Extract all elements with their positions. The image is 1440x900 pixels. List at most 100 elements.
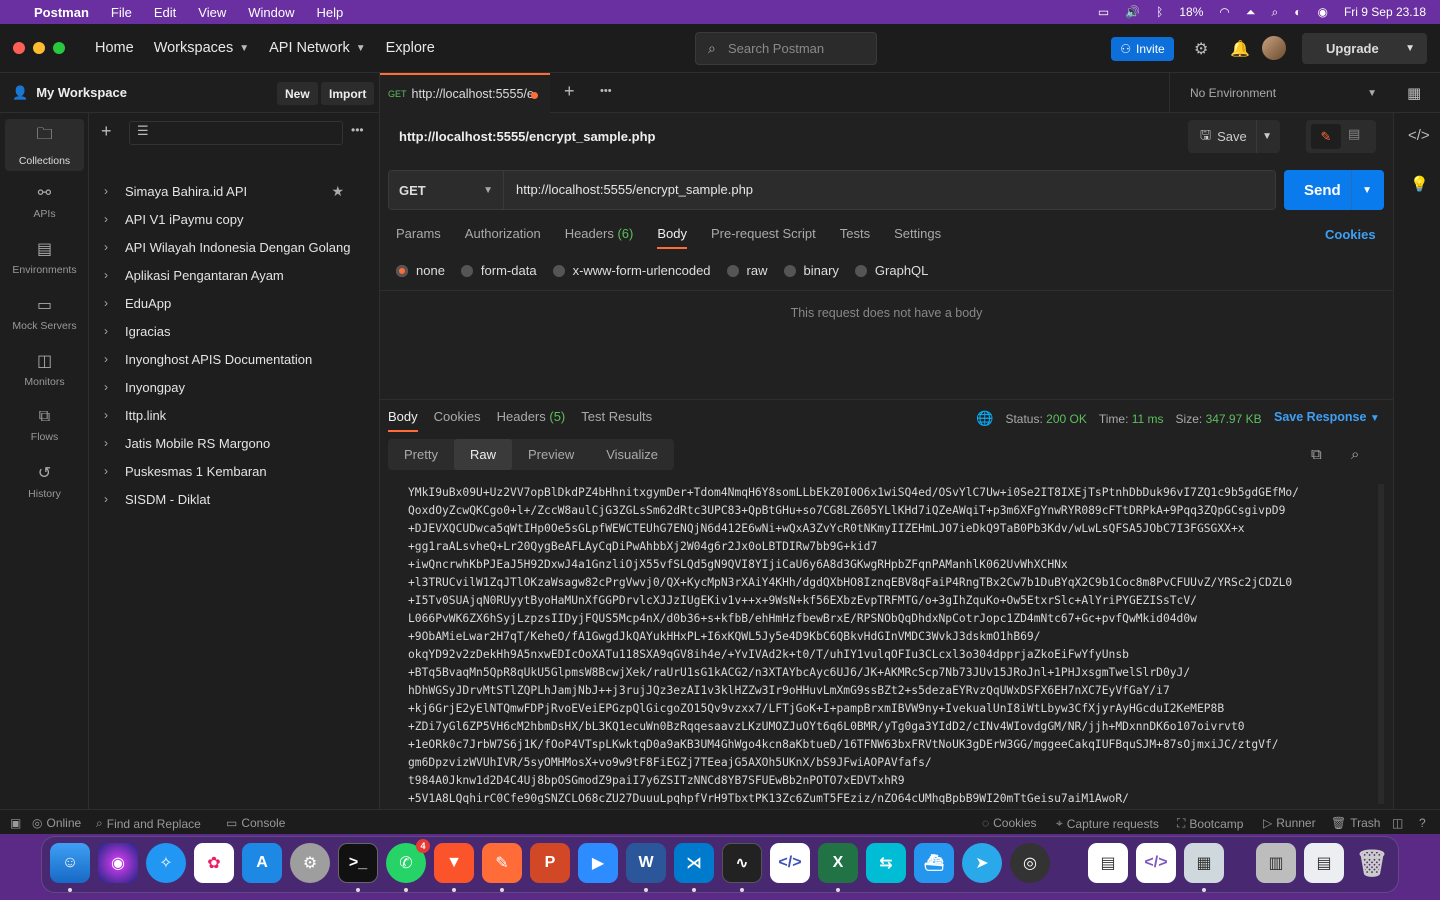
more-icon[interactable]: •••	[600, 85, 612, 97]
powerpoint-icon[interactable]: P	[530, 843, 570, 883]
chevron-right-icon[interactable]: ›	[104, 296, 125, 310]
tab-tests[interactable]: Tests	[840, 226, 870, 249]
notifications-icon[interactable]: 🔔	[1230, 39, 1250, 59]
chevron-right-icon[interactable]: ›	[104, 492, 125, 506]
chevron-right-icon[interactable]: ›	[104, 324, 125, 338]
list-item[interactable]: › Inyonghost APIS Documentation	[89, 345, 380, 373]
siri-icon[interactable]: ◉	[1317, 5, 1327, 19]
method-select[interactable]: GET ▼	[389, 171, 504, 209]
vscode-icon[interactable]: ⋊	[674, 843, 714, 883]
body-type-binary[interactable]: binary	[783, 263, 839, 278]
cookies-button[interactable]: ◌ Cookies	[982, 816, 1037, 830]
preview-icon[interactable]: ▦	[1184, 843, 1224, 883]
list-item[interactable]: › Jatis Mobile RS Margono	[89, 429, 380, 457]
sidebar-item-environments[interactable]: ▤ Environments	[5, 231, 84, 283]
new-tab-icon[interactable]: +	[564, 81, 575, 102]
word-icon[interactable]: W	[626, 843, 666, 883]
display-icon[interactable]: ▭	[1098, 5, 1109, 19]
online-status[interactable]: ◎ Online	[32, 816, 81, 830]
postman-icon[interactable]: ✎	[482, 843, 522, 883]
photos-icon[interactable]: ✿	[194, 843, 234, 883]
sidebar-item-mock-servers[interactable]: ▭ Mock Servers	[5, 287, 84, 339]
import-button[interactable]: Import	[321, 82, 375, 105]
documentation-icon[interactable]: ▤	[1348, 126, 1360, 142]
code-icon[interactable]: </>	[1408, 127, 1430, 144]
tab-pretty[interactable]: Pretty	[388, 439, 454, 470]
globe-icon[interactable]: 🌐	[976, 410, 993, 427]
nav-home[interactable]: Home	[95, 40, 134, 56]
close-window-button[interactable]	[13, 42, 25, 54]
chevron-right-icon[interactable]: ›	[104, 268, 125, 282]
body-type-raw[interactable]: raw	[726, 263, 768, 278]
notes-icon[interactable]: ▤	[1088, 843, 1128, 883]
chevron-right-icon[interactable]: ›	[104, 240, 125, 254]
help-icon[interactable]: ?	[1419, 816, 1426, 830]
siri-icon[interactable]: ◉	[98, 843, 138, 883]
chevron-right-icon[interactable]: ›	[104, 212, 125, 226]
environment-quick-look-icon[interactable]: ▦	[1407, 84, 1421, 102]
search-input[interactable]: ⌕ Search Postman	[695, 32, 877, 65]
list-item[interactable]: › Inyongpay	[89, 373, 380, 401]
control-center-icon[interactable]: ◐	[1294, 5, 1301, 19]
bootcamp-button[interactable]: ⛶ Bootcamp	[1177, 816, 1243, 831]
code-editor-2-icon[interactable]: </>	[1136, 843, 1176, 883]
minimize-window-button[interactable]	[33, 42, 45, 54]
size-value[interactable]: 347.97 KB	[1206, 412, 1262, 426]
response-scrollbar[interactable]	[1378, 484, 1384, 804]
runner-button[interactable]: ▷ Runner	[1263, 816, 1316, 830]
tab-preview[interactable]: Preview	[512, 439, 590, 470]
chevron-right-icon[interactable]: ›	[104, 184, 125, 198]
copy-icon[interactable]: ⧉	[1311, 446, 1322, 463]
list-item[interactable]: › Simaya Bahira.id API ★	[89, 177, 380, 205]
cookies-link[interactable]: Cookies	[1325, 227, 1376, 242]
app-store-icon[interactable]: A	[242, 843, 282, 883]
battery-percent[interactable]: 18%	[1179, 5, 1203, 19]
avatar[interactable]	[1262, 36, 1286, 60]
tab-body[interactable]: Body	[657, 226, 687, 249]
capture-requests-button[interactable]: ⌖ Capture requests	[1056, 816, 1159, 831]
remote-desktop-icon[interactable]: ⇆	[866, 843, 906, 883]
toggle-sidebar-icon[interactable]: ▣	[10, 816, 21, 830]
sidebar-item-apis[interactable]: ⚯ APIs	[5, 175, 84, 227]
tab-visualize[interactable]: Visualize	[590, 439, 674, 470]
whatsapp-icon[interactable]: ✆ 4	[386, 839, 430, 883]
sidebar-item-history[interactable]: ↺ History	[5, 455, 84, 507]
body-type-form-data[interactable]: form-data	[460, 263, 537, 278]
docker-icon[interactable]: ⛴	[914, 843, 954, 883]
tab-params[interactable]: Params	[396, 226, 441, 249]
zoom-window-button[interactable]	[53, 42, 65, 54]
save-response-button[interactable]: Save Response ▼	[1274, 410, 1380, 424]
nav-explore[interactable]: Explore	[386, 40, 435, 56]
two-pane-icon[interactable]: ◫	[1392, 816, 1403, 830]
body-type-urlencoded[interactable]: x-www-form-urlencoded	[552, 263, 711, 278]
response-raw-body[interactable]: YMkI9uBx09U+Uz2VV7opBlDkdPZ4bHhnitxgymDe…	[408, 484, 1368, 804]
chevron-right-icon[interactable]: ›	[104, 380, 125, 394]
list-item[interactable]: › API Wilayah Indonesia Dengan Golang	[89, 233, 380, 261]
volume-icon[interactable]: 🔊	[1125, 5, 1140, 19]
nav-api-network[interactable]: API Network ▼	[269, 40, 366, 56]
tab-request[interactable]: GET http://localhost:5555/e	[380, 73, 550, 113]
downloads-folder-icon[interactable]: ▥	[1256, 843, 1296, 883]
tab-headers[interactable]: Headers (6)	[565, 226, 634, 249]
tab-response-body[interactable]: Body	[388, 409, 418, 432]
menu-app-name[interactable]: Postman	[34, 5, 89, 20]
list-item[interactable]: › Aplikasi Pengantaran Ayam	[89, 261, 380, 289]
sidebar-item-flows[interactable]: ⧉ Flows	[5, 399, 84, 451]
trash-button[interactable]: 🗑 Trash	[1331, 816, 1380, 830]
environment-select[interactable]: No Environment ▼	[1169, 73, 1389, 113]
settings-icon[interactable]: ⚙	[1194, 39, 1208, 59]
menu-window[interactable]: Window	[248, 5, 294, 20]
find-replace-button[interactable]: ⌕ Find and Replace	[96, 816, 201, 831]
tab-settings[interactable]: Settings	[894, 226, 941, 249]
console-button[interactable]: ▭ Console	[226, 816, 285, 830]
more-icon[interactable]: •••	[351, 123, 364, 137]
system-preferences-icon[interactable]: ⚙	[290, 843, 330, 883]
time-value[interactable]: 11 ms	[1132, 412, 1164, 426]
zoom-icon[interactable]: ▶	[578, 843, 618, 883]
save-button[interactable]: 🖫 Save ▼	[1188, 120, 1280, 153]
code-editor-icon[interactable]: </>	[770, 843, 810, 883]
finder-icon[interactable]: ☺	[50, 843, 90, 883]
chevron-right-icon[interactable]: ›	[104, 436, 125, 450]
spotlight-icon[interactable]: ⌕	[1271, 5, 1278, 20]
list-item[interactable]: › API V1 iPaymu copy	[89, 205, 380, 233]
